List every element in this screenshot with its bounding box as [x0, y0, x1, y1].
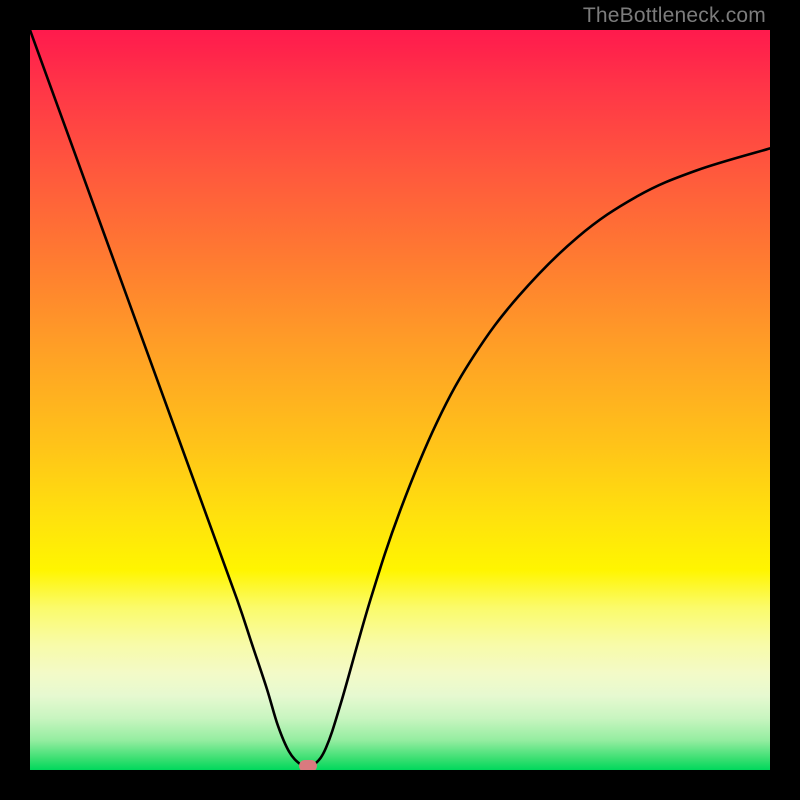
- curve-svg: [30, 30, 770, 770]
- bottleneck-curve-path: [30, 30, 770, 766]
- watermark-text: TheBottleneck.com: [583, 4, 766, 28]
- minimum-marker: [299, 760, 317, 770]
- chart-frame: [30, 30, 770, 770]
